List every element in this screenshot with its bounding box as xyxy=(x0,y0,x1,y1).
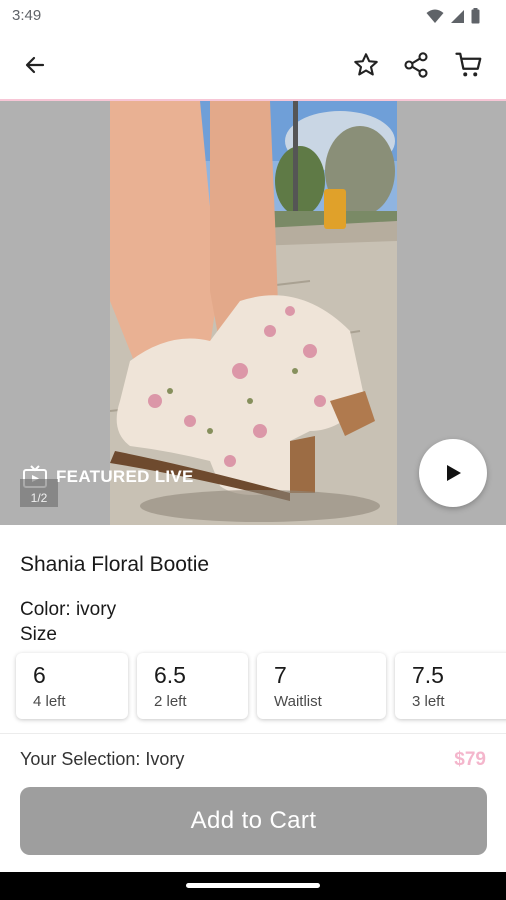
size-value: 6.5 xyxy=(154,662,186,688)
cart-button[interactable] xyxy=(449,45,489,85)
wifi-icon xyxy=(426,9,444,23)
size-option-6[interactable]: 6 4 left xyxy=(16,653,128,719)
size-availability: 3 left xyxy=(412,693,445,710)
play-video-button[interactable] xyxy=(419,439,487,507)
star-icon xyxy=(354,53,378,76)
back-button[interactable] xyxy=(15,45,55,85)
favorite-button[interactable] xyxy=(346,45,386,85)
image-pager: 1/2 xyxy=(20,479,58,507)
app-bar xyxy=(0,32,506,99)
share-icon xyxy=(404,52,428,78)
divider xyxy=(0,733,506,734)
size-option-7[interactable]: 7 Waitlist xyxy=(257,653,386,719)
battery-icon xyxy=(471,8,480,24)
size-option-7-5[interactable]: 7.5 3 left xyxy=(395,653,506,719)
product-title: Shania Floral Bootie xyxy=(20,553,210,576)
status-time: 3:49 xyxy=(12,7,42,24)
add-to-cart-button[interactable]: Add to Cart xyxy=(20,787,487,855)
product-sheet: Shania Floral Bootie Color: ivory Size 6… xyxy=(0,525,506,872)
color-label: Color: ivory xyxy=(20,599,117,620)
product-media[interactable]: FEATURED LIVE 1/2 xyxy=(0,101,506,525)
signal-icon xyxy=(451,9,464,23)
featured-live-label: FEATURED LIVE xyxy=(56,467,194,486)
size-label: Size xyxy=(20,624,57,645)
size-option-6-5[interactable]: 6.5 2 left xyxy=(137,653,248,719)
status-icons xyxy=(426,8,480,24)
size-value: 7.5 xyxy=(412,662,444,688)
share-button[interactable] xyxy=(396,45,436,85)
home-gesture-handle[interactable] xyxy=(186,883,320,888)
arrow-left-icon xyxy=(25,56,45,74)
size-availability: 2 left xyxy=(154,693,187,710)
size-availability: Waitlist xyxy=(274,693,322,710)
size-availability: 4 left xyxy=(33,693,66,710)
size-value: 6 xyxy=(33,662,46,688)
size-options: 6 4 left 6.5 2 left 7 Waitlist 7.5 3 lef… xyxy=(16,653,506,719)
status-bar: 3:49 xyxy=(0,0,506,32)
size-value: 7 xyxy=(274,662,287,688)
selection-summary: Your Selection: Ivory xyxy=(20,749,185,769)
price: $79 xyxy=(454,749,486,770)
product-photo xyxy=(110,101,397,525)
system-nav-bar xyxy=(0,872,506,900)
play-icon xyxy=(447,465,461,481)
cart-icon xyxy=(455,52,482,77)
